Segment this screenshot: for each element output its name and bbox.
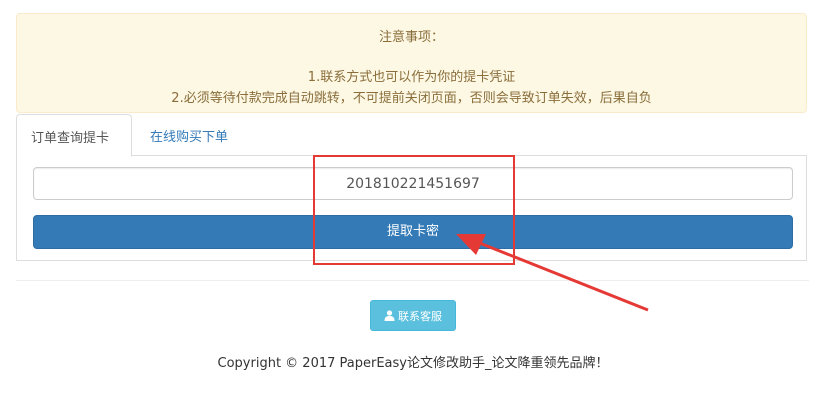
contact-support-button[interactable]: 联系客服 [370, 300, 456, 331]
notice-alert: 注意事项： 1.联系方式也可以作为你的提卡凭证 2.必须等待付款完成自动跳转，不… [16, 13, 807, 113]
tab-online-purchase[interactable]: 在线购买下单 [136, 114, 242, 156]
notice-line-2: 2.必须等待付款完成自动跳转，不可提前关闭页面，否则会导致订单失效，后果自负 [171, 91, 652, 106]
notice-line-1: 1.联系方式也可以作为你的提卡凭证 [307, 70, 516, 85]
fetch-card-button[interactable]: 提取卡密 [33, 215, 793, 249]
notice-title: 注意事项： [378, 30, 444, 45]
copyright-text: Copyright © 2017 PaperEasy论文修改助手_论文降重领先品… [217, 356, 609, 371]
contact-support-label: 联系客服 [398, 309, 442, 323]
order-query-panel: 提取卡密 [16, 155, 807, 261]
tab-bar: 订单查询提卡 在线购买下单 [16, 114, 807, 157]
divider [16, 280, 809, 281]
tab-order-query[interactable]: 订单查询提卡 [16, 114, 132, 157]
order-number-input[interactable] [33, 167, 793, 200]
user-icon [384, 310, 395, 321]
